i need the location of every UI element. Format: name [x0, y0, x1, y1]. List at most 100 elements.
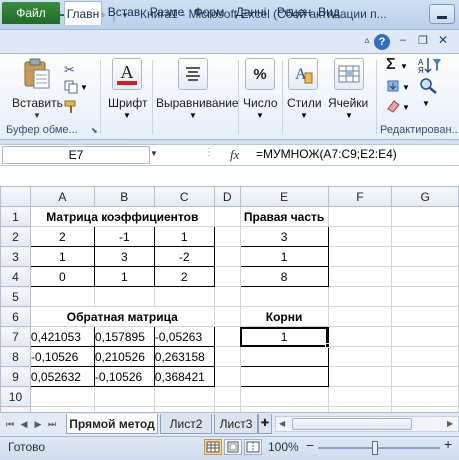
cell-F1[interactable]: [327, 206, 393, 227]
cell-A8[interactable]: -0,10526: [29, 346, 95, 367]
clear-icon[interactable]: [386, 99, 400, 113]
column-header[interactable]: B: [93, 186, 155, 207]
formula-bar-divider-icon[interactable]: ⋮: [204, 147, 214, 158]
number-percent-icon[interactable]: %: [245, 58, 275, 90]
row-header[interactable]: 3: [0, 246, 31, 267]
cell-E6[interactable]: Корни: [239, 306, 329, 327]
styles-icon[interactable]: A: [288, 58, 318, 90]
ribbon-collapse-icon[interactable]: ▵: [360, 35, 374, 49]
cell-E5[interactable]: [239, 286, 329, 307]
page-break-view-icon[interactable]: [244, 439, 262, 455]
zoom-level[interactable]: 100%: [268, 440, 299, 454]
row-header[interactable]: 10: [0, 386, 31, 407]
column-header[interactable]: C: [153, 186, 215, 207]
copy-icon[interactable]: [64, 80, 78, 94]
formula-input[interactable]: =МУМНОЖ(A7:C9;E2:E4): [256, 146, 397, 163]
tab-view[interactable]: Вид: [316, 0, 342, 24]
cell-G3[interactable]: [391, 246, 459, 267]
scroll-left-icon[interactable]: ◀: [279, 419, 285, 428]
insert-sheet-icon[interactable]: ✚: [258, 414, 272, 434]
cell-E4[interactable]: 8: [239, 266, 329, 287]
workbook-minimize-icon[interactable]: –: [400, 34, 412, 48]
column-header[interactable]: D: [213, 186, 241, 207]
format-painter-icon[interactable]: [64, 100, 78, 114]
cell-A2[interactable]: 2: [29, 226, 95, 247]
last-sheet-icon[interactable]: ⏭: [46, 418, 58, 430]
cell-F4[interactable]: [327, 266, 393, 287]
row-header-selected[interactable]: 7: [0, 326, 31, 347]
cell-G7[interactable]: [391, 326, 459, 347]
cut-icon[interactable]: ✂: [64, 62, 75, 78]
zoom-slider[interactable]: [318, 447, 440, 449]
cell-D9[interactable]: [213, 366, 241, 387]
sheet-tab-active[interactable]: Прямой метод: [66, 414, 158, 434]
cell-C10[interactable]: [153, 386, 215, 407]
cell-D6[interactable]: [213, 306, 241, 327]
cell-F5[interactable]: [327, 286, 393, 307]
alignment-icon[interactable]: [178, 58, 208, 90]
cell-C9[interactable]: 0,368421: [153, 366, 215, 387]
zoom-slider-thumb[interactable]: [372, 441, 378, 455]
row-header[interactable]: 6: [0, 306, 31, 327]
cell-A1[interactable]: Матрица коэффициентов: [29, 206, 215, 227]
row-header[interactable]: 5: [0, 286, 31, 307]
cell-E7-active[interactable]: 1: [239, 326, 329, 347]
cell-B4[interactable]: 1: [93, 266, 155, 287]
cell-B9[interactable]: -0,10526: [93, 366, 155, 387]
cell-E1[interactable]: Правая часть: [239, 206, 329, 227]
prev-sheet-icon[interactable]: ◀: [18, 418, 30, 430]
insert-function-button[interactable]: fx: [230, 147, 239, 163]
alignment-dropdown-icon[interactable]: ▼: [189, 111, 197, 120]
row-header[interactable]: 4: [0, 266, 31, 287]
column-header-selected[interactable]: E: [239, 186, 329, 207]
select-all-corner[interactable]: [0, 186, 31, 207]
autosum-icon[interactable]: Σ: [386, 56, 396, 74]
cell-E2[interactable]: 3: [239, 226, 329, 247]
font-dropdown-icon[interactable]: ▼: [123, 111, 131, 120]
fill-icon[interactable]: [386, 79, 400, 93]
next-sheet-icon[interactable]: ▶: [32, 418, 44, 430]
zoom-in-button[interactable]: +: [444, 436, 452, 452]
cell-G2[interactable]: [391, 226, 459, 247]
cell-A10[interactable]: [29, 386, 95, 407]
cell-B2[interactable]: -1: [93, 226, 155, 247]
cell-C3[interactable]: -2: [153, 246, 215, 267]
alignment-button[interactable]: Выравнивание: [156, 96, 239, 110]
name-box[interactable]: E7: [2, 146, 150, 164]
cell-A4[interactable]: 0: [29, 266, 95, 287]
cell-A5[interactable]: [29, 286, 95, 307]
row-header[interactable]: 9: [0, 366, 31, 387]
scroll-right-icon[interactable]: ▶: [447, 419, 453, 428]
paste-dropdown-icon[interactable]: ▼: [33, 111, 41, 120]
tab-review[interactable]: Рецен: [274, 0, 314, 24]
cell-E3[interactable]: 1: [239, 246, 329, 267]
tab-home[interactable]: Главн: [64, 1, 102, 25]
cell-E8[interactable]: [239, 346, 329, 367]
cell-D10[interactable]: [213, 386, 241, 407]
cell-D7[interactable]: [213, 326, 241, 347]
normal-view-icon[interactable]: [204, 439, 222, 455]
minimize-icon[interactable]: [429, 4, 455, 24]
cell-D3[interactable]: [213, 246, 241, 267]
cell-G6[interactable]: [391, 306, 459, 327]
cell-G5[interactable]: [391, 286, 459, 307]
row-header[interactable]: 8: [0, 346, 31, 367]
cell-G10[interactable]: [391, 386, 459, 407]
styles-dropdown-icon[interactable]: ▼: [300, 111, 308, 120]
cells-dropdown-icon[interactable]: ▼: [345, 111, 353, 120]
first-sheet-icon[interactable]: ⏮: [4, 418, 16, 430]
cell-F2[interactable]: [327, 226, 393, 247]
cells-icon[interactable]: [334, 58, 364, 90]
workbook-restore-icon[interactable]: ❐: [418, 34, 430, 48]
paste-button[interactable]: Вставить: [12, 96, 63, 110]
cells-button[interactable]: Ячейки: [328, 96, 368, 110]
workbook-close-icon[interactable]: ✕: [438, 33, 450, 47]
cell-C7[interactable]: -0,05263: [153, 326, 215, 347]
scroll-thumb[interactable]: [292, 418, 412, 430]
autosum-dropdown-icon[interactable]: ▼: [400, 62, 408, 71]
cell-D4[interactable]: [213, 266, 241, 287]
cell-B3[interactable]: 3: [93, 246, 155, 267]
row-header[interactable]: 2: [0, 226, 31, 247]
copy-dropdown-icon[interactable]: ▼: [80, 83, 88, 92]
find-select-icon[interactable]: [418, 76, 440, 94]
